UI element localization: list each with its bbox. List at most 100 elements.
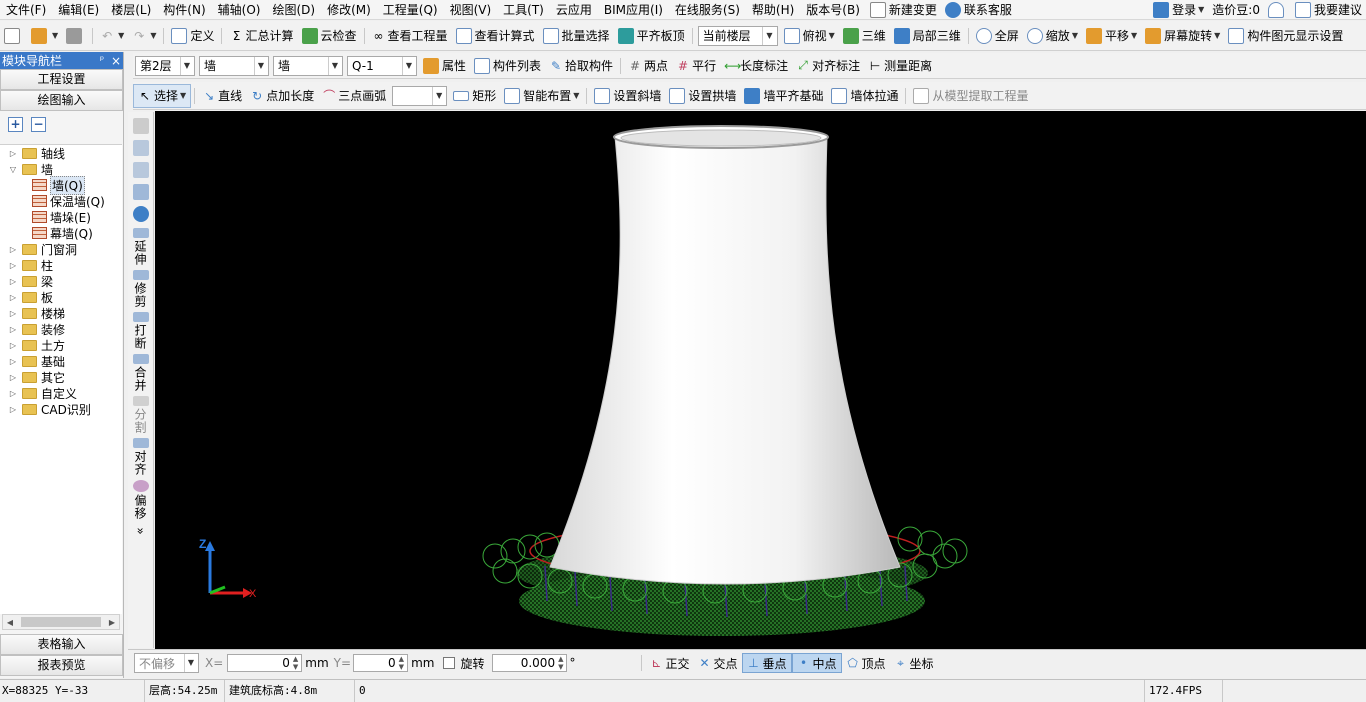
menu-item[interactable]: BIM应用(I) <box>598 0 669 19</box>
collapsed-arrow-icon[interactable]: ▷ <box>8 325 18 334</box>
menu-item[interactable]: 文件(F) <box>0 0 52 19</box>
length-dim-button[interactable]: ⟷ 长度标注 <box>720 54 792 78</box>
tree-item[interactable]: 墙(Q) <box>0 175 122 195</box>
brush-button[interactable] <box>130 118 152 136</box>
set-arch-wall-button[interactable]: 设置拱墙 <box>665 84 740 108</box>
display-settings-button[interactable]: 构件图元显示设置 <box>1224 24 1347 48</box>
menu-item[interactable]: 楼层(L) <box>105 0 157 19</box>
snap-intersection-button[interactable]: ✕ 交点 <box>693 653 741 673</box>
menu-item[interactable]: 在线服务(S) <box>669 0 746 19</box>
tab-report-preview[interactable]: 报表预览 <box>0 655 123 676</box>
tree-item[interactable]: 幕墙(Q) <box>0 225 122 241</box>
extract-from-model-button[interactable]: 从模型提取工程量 <box>909 84 1032 108</box>
menu-item[interactable]: 编辑(E) <box>52 0 105 19</box>
point-length-button[interactable]: ↻ 点加长度 <box>246 84 318 108</box>
spinner-icon[interactable]: ▲ ▼ <box>293 655 298 671</box>
collapsed-arrow-icon[interactable]: ▷ <box>8 357 18 366</box>
merge-button[interactable]: 合并 <box>130 354 152 392</box>
bell-button[interactable] <box>1264 0 1291 19</box>
define-button[interactable]: 定义 <box>167 24 218 48</box>
arc-mode-select[interactable]: ▼ <box>392 85 448 106</box>
scroll-left-icon[interactable]: ◀ <box>3 618 17 627</box>
tree-horizontal-scrollbar[interactable]: ◀ ▶ <box>2 614 120 630</box>
menu-item[interactable]: 帮助(H) <box>746 0 800 19</box>
rotate-angle-input[interactable]: 0.000 ▲ ▼ <box>492 654 568 672</box>
tree-item[interactable]: ▷ 梁 <box>0 273 122 289</box>
tab-table-input[interactable]: 表格输入 <box>0 634 123 655</box>
tree-item[interactable]: ▷ 装修 <box>0 321 122 337</box>
sum-calc-button[interactable]: Σ 汇总计算 <box>225 24 297 48</box>
rotate-button[interactable] <box>130 206 152 224</box>
tree-item[interactable]: 保温墙(Q) <box>0 193 122 209</box>
view-formula-button[interactable]: 查看计算式 <box>452 24 539 48</box>
category-select[interactable]: 墙 ▼ <box>199 55 269 76</box>
three-d-button[interactable]: 三维 <box>839 24 890 48</box>
new-change-button[interactable]: 新建变更 <box>866 0 941 19</box>
three-point-arc-button[interactable]: ⌒ 三点画弧 <box>318 84 390 108</box>
login-button[interactable]: 登录 ▼ <box>1149 0 1208 19</box>
menu-item[interactable]: 视图(V) <box>444 0 498 19</box>
rect-button[interactable]: 矩形 <box>449 84 500 108</box>
component-select[interactable]: Q-1 ▼ <box>347 55 417 76</box>
top-view-button[interactable]: 俯视 ▼ <box>780 24 839 48</box>
snap-vertex-button[interactable]: ⬠ 顶点 <box>842 653 890 673</box>
tree-item[interactable]: ▷ 轴线 <box>0 145 122 161</box>
collapsed-arrow-icon[interactable]: ▷ <box>8 245 18 254</box>
scroll-thumb[interactable] <box>21 617 101 627</box>
tree-item[interactable]: ▷ 柱 <box>0 257 122 273</box>
scroll-right-icon[interactable]: ▶ <box>105 618 119 627</box>
save-button[interactable] <box>62 24 89 48</box>
screen-rotate-button[interactable]: 屏幕旋转 ▼ <box>1141 24 1224 48</box>
collapsed-arrow-icon[interactable]: ▷ <box>8 277 18 286</box>
tree-item[interactable]: ▷ 基础 <box>0 353 122 369</box>
tab-project-settings[interactable]: 工程设置 <box>0 69 123 90</box>
menu-item[interactable]: 版本号(B) <box>800 0 866 19</box>
zoom-button[interactable]: 缩放 ▼ <box>1023 24 1082 48</box>
component-list-button[interactable]: 构件列表 <box>470 54 545 78</box>
snap-coordinate-button[interactable]: ⌖ 坐标 <box>890 653 938 673</box>
menu-item[interactable]: 工具(T) <box>497 0 550 19</box>
mirror-button[interactable] <box>130 162 152 180</box>
measure-dist-button[interactable]: ⊢ 测量距离 <box>864 54 936 78</box>
menu-item[interactable]: 绘图(D) <box>266 0 321 19</box>
spinner-icon[interactable]: ▲ ▼ <box>558 655 563 671</box>
tree-item[interactable]: ▷ CAD识别 <box>0 401 122 417</box>
menu-item[interactable]: 构件(N) <box>157 0 211 19</box>
undo-button[interactable]: ↶ ▼ <box>96 24 128 48</box>
pin-icon[interactable]: ᵖ <box>95 55 109 66</box>
tree-item[interactable]: ▷ 楼梯 <box>0 305 122 321</box>
collapsed-arrow-icon[interactable]: ▷ <box>8 373 18 382</box>
collapsed-arrow-icon[interactable]: ▷ <box>8 341 18 350</box>
tree-item[interactable]: ▷ 其它 <box>0 369 122 385</box>
wall-pull-button[interactable]: 墙体拉通 <box>827 84 902 108</box>
rotate-checkbox[interactable] <box>443 657 456 669</box>
more-tools-button[interactable]: » <box>130 524 152 538</box>
offset-button[interactable]: 偏移 <box>130 480 152 520</box>
close-icon[interactable]: × <box>109 54 123 68</box>
collapsed-arrow-icon[interactable]: ▷ <box>8 405 18 414</box>
tree-item[interactable]: ▷ 板 <box>0 289 122 305</box>
parallel-button[interactable]: # 平行 <box>672 54 720 78</box>
break-button[interactable]: 打断 <box>130 312 152 350</box>
wall-align-foundation-button[interactable]: 墙平齐基础 <box>740 84 827 108</box>
snap-midpoint-button[interactable]: • 中点 <box>791 653 842 673</box>
snap-orthogonal-button[interactable]: ⊾ 正交 <box>645 653 693 673</box>
menu-item[interactable]: 云应用 <box>550 0 598 19</box>
trim-button[interactable]: 修剪 <box>130 270 152 308</box>
menu-item[interactable]: 工程量(Q) <box>377 0 444 19</box>
pick-component-button[interactable]: ✎ 拾取构件 <box>545 54 617 78</box>
pan-button[interactable]: 平移 ▼ <box>1082 24 1141 48</box>
tree-item[interactable]: ▷ 门窗洞 <box>0 241 122 257</box>
view-quantity-button[interactable]: ∞ 查看工程量 <box>368 24 452 48</box>
align-dim-button[interactable]: ⤢ 对齐标注 <box>792 54 864 78</box>
menu-item[interactable]: 辅轴(O) <box>212 0 267 19</box>
suggest-button[interactable]: 我要建议 <box>1291 0 1366 19</box>
expand-all-button[interactable]: + <box>8 116 23 132</box>
menu-item[interactable]: 修改(M) <box>321 0 377 19</box>
tree-item[interactable]: ▷ 土方 <box>0 337 122 353</box>
smart-layout-button[interactable]: 智能布置 ▼ <box>500 84 583 108</box>
snap-perpendicular-button[interactable]: ⊥ 垂点 <box>741 653 792 673</box>
cloud-check-button[interactable]: 云检查 <box>298 24 361 48</box>
collapsed-arrow-icon[interactable]: ▷ <box>8 293 18 302</box>
contact-service-button[interactable]: 联系客服 <box>941 0 1016 19</box>
